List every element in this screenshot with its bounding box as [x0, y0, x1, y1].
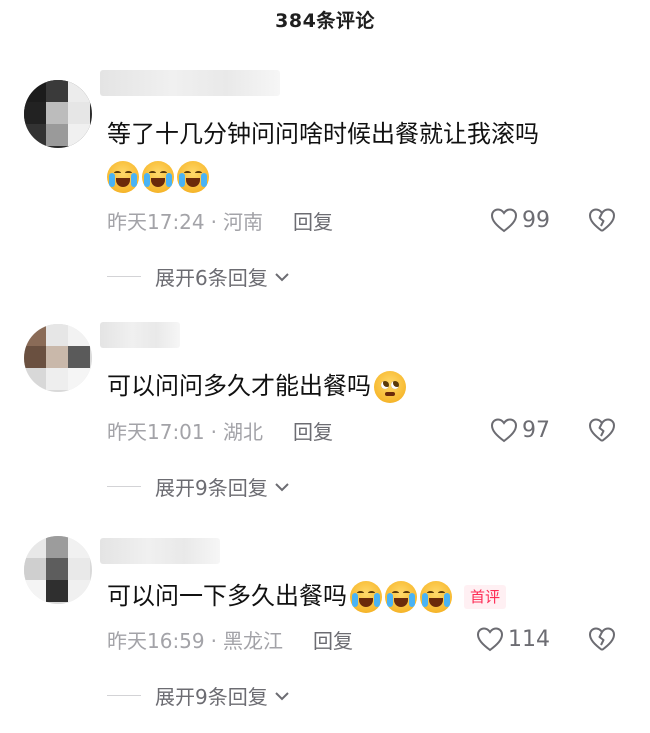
broken-heart-icon	[589, 418, 616, 442]
expand-divider	[107, 276, 141, 277]
avatar[interactable]	[24, 80, 92, 148]
first-comment-badge: 首评	[464, 585, 507, 609]
loudly-crying-emoji-icon	[420, 581, 452, 613]
broken-heart-icon	[589, 627, 616, 651]
username-redacted[interactable]	[100, 322, 180, 348]
comment-meta: 昨天16:59 · 黑龙江 回复	[107, 627, 353, 655]
loudly-crying-emoji-icon	[142, 161, 174, 193]
comment-body: 等了十几分钟问问啥时候出餐就让我滚吗	[107, 120, 539, 148]
heart-icon	[490, 418, 518, 443]
comment-location: 湖北	[223, 420, 263, 444]
meta-separator: ·	[210, 210, 217, 234]
like-button[interactable]: 114	[476, 626, 550, 652]
like-count: 97	[522, 417, 550, 443]
comment-time: 昨天17:01	[107, 420, 205, 444]
meta-separator: ·	[210, 420, 217, 444]
reply-button[interactable]: 回复	[293, 420, 333, 444]
dislike-button[interactable]	[588, 626, 616, 656]
comment-location: 黑龙江	[223, 629, 283, 653]
loudly-crying-emoji-icon	[177, 161, 209, 193]
expand-divider	[107, 695, 141, 696]
dislike-button[interactable]	[588, 207, 616, 237]
chevron-down-icon	[275, 272, 289, 281]
comment-time: 昨天17:24	[107, 210, 205, 234]
expand-replies-button[interactable]: 展开9条回复	[107, 681, 290, 710]
chevron-down-icon	[275, 691, 289, 700]
loudly-crying-emoji-icon	[107, 161, 139, 193]
comment-emoji-row	[104, 160, 209, 193]
expand-replies-button[interactable]: 展开6条回复	[107, 262, 290, 291]
loudly-crying-emoji-icon	[350, 581, 382, 613]
username-redacted[interactable]	[100, 538, 220, 564]
heart-icon	[490, 208, 518, 233]
avatar[interactable]	[24, 536, 92, 604]
expand-replies-label: 展开9条回复	[155, 476, 268, 500]
comment-meta: 昨天17:01 · 湖北 回复	[107, 418, 333, 446]
like-count: 114	[508, 626, 550, 652]
dislike-button[interactable]	[588, 417, 616, 447]
like-button[interactable]: 97	[490, 417, 550, 443]
loudly-crying-emoji-icon	[385, 581, 417, 613]
reply-button[interactable]: 回复	[293, 210, 333, 234]
heart-icon	[476, 627, 504, 652]
comment-body: 可以问一下多久出餐吗	[107, 582, 347, 610]
chevron-down-icon	[275, 482, 289, 491]
expand-replies-label: 展开6条回复	[155, 266, 268, 290]
avatar[interactable]	[24, 324, 92, 392]
expand-replies-button[interactable]: 展开9条回复	[107, 472, 290, 501]
broken-heart-icon	[589, 208, 616, 232]
comment-meta: 昨天17:24 · 河南 回复	[107, 208, 333, 236]
like-count: 99	[522, 207, 550, 233]
comment-count-title: 384条评论	[275, 10, 375, 32]
reply-button[interactable]: 回复	[313, 629, 353, 653]
comment-body: 可以问问多久才能出餐吗	[107, 372, 371, 400]
comments-header: 384条评论	[0, 0, 650, 40]
comment-text: 可以问一下多久出餐吗 首评	[107, 580, 507, 613]
comment-text: 可以问问多久才能出餐吗	[107, 370, 406, 403]
meta-separator: ·	[210, 629, 217, 653]
expand-divider	[107, 486, 141, 487]
expand-replies-label: 展开9条回复	[155, 685, 268, 709]
comment-text: 等了十几分钟问问啥时候出餐就让我滚吗	[107, 118, 539, 150]
comment-location: 河南	[223, 210, 263, 234]
comment-time: 昨天16:59	[107, 629, 205, 653]
username-redacted[interactable]	[100, 70, 280, 96]
pleading-face-emoji-icon	[374, 371, 406, 403]
like-button[interactable]: 99	[490, 207, 550, 233]
